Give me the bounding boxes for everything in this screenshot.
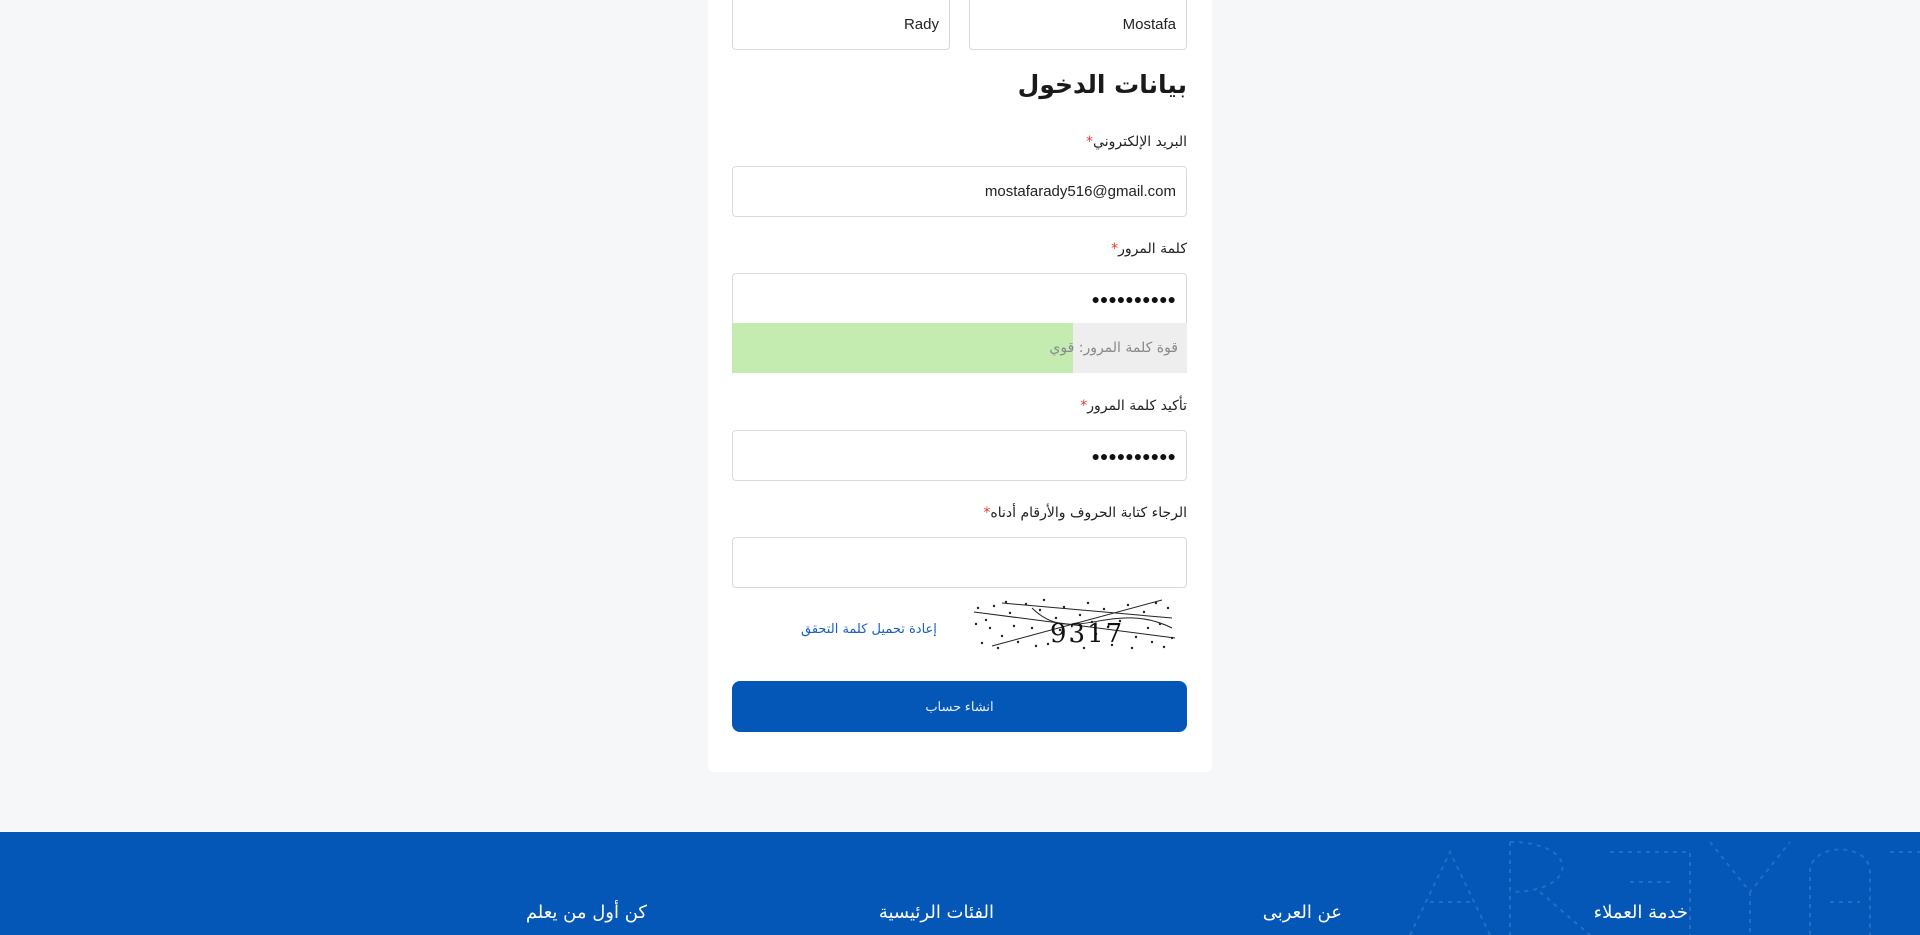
footer-heading-newsletter[interactable]: كن أول من يعلم [526, 902, 647, 923]
required-mark: * [1086, 134, 1094, 150]
footer-heading-about[interactable]: عن العربى [1263, 902, 1342, 923]
create-account-button[interactable]: انشاء حساب [732, 681, 1187, 732]
email-value: mostafarady516@gmail.com [984, 183, 1176, 200]
captcha-label: الرجاء كتابة الحروف والأرقام أدناه* [983, 505, 1187, 521]
registration-form-card [708, 0, 1212, 772]
password-strength-text: قوة كلمة المرور: قوي [1049, 340, 1178, 356]
first-name-input[interactable]: Mostafa [969, 0, 1187, 50]
password-strength-fill [732, 323, 1074, 373]
email-label-text: البريد الإلكتروني [1093, 134, 1187, 150]
password-strength-meter: قوة كلمة المرور: قوي [732, 323, 1187, 373]
captcha-input[interactable] [732, 537, 1187, 588]
login-section-header: بيانات الدخول [732, 70, 1187, 106]
email-label: البريد الإلكتروني* [1086, 134, 1187, 150]
password-value: ●●●●●●●●●● [1091, 290, 1176, 307]
captcha-image: 9317 [973, 598, 1176, 650]
footer-heading-customer-service[interactable]: خدمة العملاء [1594, 902, 1688, 923]
confirm-password-label: تأكيد كلمة المرور* [1080, 398, 1187, 414]
password-label-text: كلمة المرور [1118, 241, 1187, 257]
captcha-label-text: الرجاء كتابة الحروف والأرقام أدناه [990, 505, 1187, 521]
confirm-password-label-text: تأكيد كلمة المرور [1087, 398, 1187, 414]
last-name-value: Rady [903, 16, 939, 33]
first-name-value: Mostafa [1122, 16, 1176, 33]
site-footer: خدمة العملاء عن العربى الفئات الرئيسية ك… [0, 832, 1920, 935]
password-input[interactable]: ●●●●●●●●●● [732, 273, 1187, 324]
captcha-text: 9317 [1050, 619, 1124, 649]
email-input[interactable]: mostafarady516@gmail.com [732, 166, 1187, 217]
reload-captcha-link[interactable]: إعادة تحميل كلمة التحقق [801, 622, 937, 637]
section-title: بيانات الدخول [1017, 70, 1187, 99]
last-name-input[interactable]: Rady [732, 0, 950, 50]
password-label: كلمة المرور* [1111, 241, 1187, 257]
confirm-password-input[interactable]: ●●●●●●●●●● [732, 430, 1187, 481]
confirm-password-value: ●●●●●●●●●● [1091, 447, 1176, 464]
footer-heading-main-categories[interactable]: الفئات الرئيسية [879, 902, 994, 923]
